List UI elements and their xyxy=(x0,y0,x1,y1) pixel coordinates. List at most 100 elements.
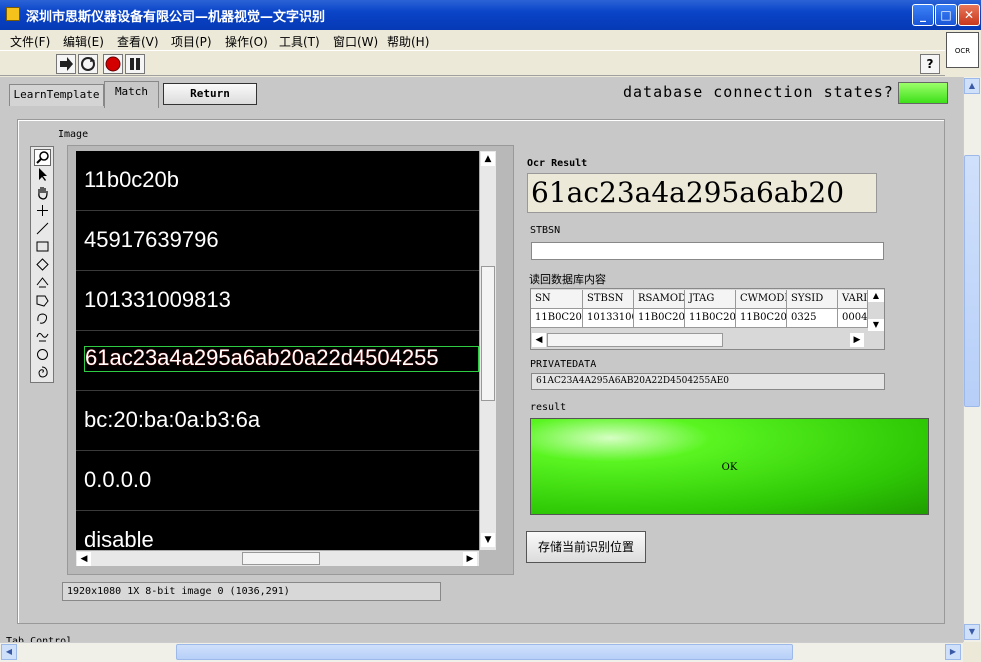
menu-window[interactable]: 窗口(W) xyxy=(333,33,378,50)
scroll-thumb[interactable] xyxy=(242,552,320,565)
table-cell: 0325 xyxy=(787,309,838,328)
stop-icon xyxy=(105,56,121,72)
line-icon xyxy=(36,222,49,235)
pause-button[interactable] xyxy=(125,54,145,74)
crosshair-icon xyxy=(37,205,48,216)
menu-tools[interactable]: 工具(T) xyxy=(279,33,320,50)
privatedata-field: 61AC23A4A295A6AB20A22D4504255AE0 xyxy=(531,373,885,390)
image-text-row: 0.0.0.0 xyxy=(76,451,479,511)
context-help-button[interactable]: ? xyxy=(920,54,940,74)
menu-help[interactable]: 帮助(H) xyxy=(387,33,429,50)
window-scroll-up-arrow[interactable]: ▲ xyxy=(964,78,980,94)
image-vertical-scrollbar[interactable]: ▲ ▼ xyxy=(479,151,496,550)
run-arrow-icon xyxy=(60,57,73,71)
image-display[interactable]: 11b0c20b 45917639796 101331009813 bc:20:… xyxy=(76,151,479,550)
run-continuously-button[interactable] xyxy=(78,54,98,74)
point-tool[interactable] xyxy=(34,203,51,220)
annulus-tool[interactable] xyxy=(34,275,51,292)
line-tool[interactable] xyxy=(34,221,51,238)
window-scroll-down-arrow[interactable]: ▼ xyxy=(964,624,980,640)
close-button[interactable]: ✕ xyxy=(958,4,980,26)
return-button[interactable]: Return xyxy=(163,83,257,105)
minimize-button[interactable]: _ xyxy=(912,4,934,26)
table-cell: 10133100 xyxy=(583,309,634,328)
table-scroll-left-arrow[interactable]: ◀ xyxy=(532,333,546,347)
image-text-row: bc:20:ba:0a:b3:6a xyxy=(76,391,479,451)
spiral-tool[interactable] xyxy=(34,365,51,382)
zoom-tool[interactable] xyxy=(34,149,51,166)
pointer-tool[interactable] xyxy=(34,167,51,184)
toolbar: ? xyxy=(0,50,945,76)
polygon-icon xyxy=(36,295,49,307)
annulus-icon xyxy=(36,277,49,288)
tab-match[interactable]: Match xyxy=(104,81,159,108)
menu-operate[interactable]: 操作(O) xyxy=(225,33,268,50)
run-arrow-button[interactable] xyxy=(56,54,76,74)
image-text-row: 11b0c20b xyxy=(76,151,479,211)
menu-file[interactable]: 文件(F) xyxy=(10,33,50,50)
oval-icon xyxy=(37,349,48,360)
menu-view[interactable]: 查看(V) xyxy=(117,33,159,50)
table-header-cell: STBSN xyxy=(583,290,634,309)
table-header-cell: CWMODE xyxy=(736,290,787,309)
image-text-row: 101331009813 xyxy=(76,271,479,331)
window-scroll-thumb[interactable] xyxy=(964,155,980,407)
scroll-thumb[interactable] xyxy=(481,266,495,401)
rotated-rectangle-tool[interactable] xyxy=(34,257,51,274)
scroll-up-arrow[interactable]: ▲ xyxy=(481,152,495,166)
scroll-left-arrow[interactable]: ◀ xyxy=(77,552,91,566)
image-text-row: disable xyxy=(76,511,479,550)
db-readback-table[interactable]: SN STBSN RSAMODE JTAG CWMODE SYSID VARI … xyxy=(530,288,885,350)
maximize-button[interactable]: □ xyxy=(935,4,957,26)
rectangle-tool[interactable] xyxy=(34,239,51,256)
db-connection-label: database connection states? xyxy=(623,83,894,101)
window-scroll-right-arrow[interactable]: ▶ xyxy=(945,644,961,660)
table-scroll-up-arrow[interactable]: ▲ xyxy=(868,290,884,302)
image-horizontal-scrollbar[interactable]: ◀ ▶ xyxy=(76,550,479,566)
window-vertical-scrollbar[interactable]: ▲ ▼ xyxy=(963,77,981,642)
table-header-cell: VARI xyxy=(838,290,868,309)
freehand-tool[interactable] xyxy=(34,311,51,328)
tab-learn-template[interactable]: LearnTemplate xyxy=(9,84,104,106)
ocr-badge: OCR xyxy=(946,32,979,68)
image-tools-palette xyxy=(30,146,54,383)
window-horizontal-scrollbar[interactable]: ◀ ▶ xyxy=(0,642,963,662)
menu-bar: 文件(F) 编辑(E) 查看(V) 项目(P) 操作(O) 工具(T) 窗口(W… xyxy=(0,30,945,50)
table-scroll-right-arrow[interactable]: ▶ xyxy=(850,333,864,347)
save-position-button[interactable]: 存储当前识别位置 xyxy=(526,531,646,563)
image-label: Image xyxy=(58,129,89,140)
privatedata-label: PRIVATEDATA xyxy=(530,359,597,370)
stbsn-field[interactable] xyxy=(531,242,884,260)
stbsn-label: STBSN xyxy=(530,225,561,236)
table-scroll-thumb[interactable] xyxy=(547,333,723,347)
db-readback-label: 读回数据库内容 xyxy=(529,273,606,286)
pan-tool[interactable] xyxy=(34,185,51,202)
title-bar: 深圳市思斯仪器设备有限公司—机器视觉—文字识别 _ □ ✕ xyxy=(0,0,981,30)
menu-edit[interactable]: 编辑(E) xyxy=(63,33,104,50)
polygon-tool[interactable] xyxy=(34,293,51,310)
hand-icon xyxy=(38,187,48,200)
window-scroll-left-arrow[interactable]: ◀ xyxy=(1,644,17,660)
table-cell: 11B0C20B xyxy=(736,309,787,328)
table-cell: 11B0C20B xyxy=(531,309,583,328)
scroll-down-arrow[interactable]: ▼ xyxy=(481,533,495,547)
app-icon xyxy=(6,7,20,21)
freehand-icon xyxy=(37,313,48,324)
ocr-result-value: 61ac23a4a295a6ab20 xyxy=(527,173,877,213)
spiral-icon xyxy=(38,366,48,378)
scroll-right-arrow[interactable]: ▶ xyxy=(463,552,477,566)
table-header-cell: SYSID xyxy=(787,290,838,309)
image-status-bar: 1920x1080 1X 8-bit image 0 (1036,291) xyxy=(62,582,441,601)
roi-rectangle[interactable]: 61ac23a4a295a6ab20a22d4504255 xyxy=(84,346,479,372)
pointer-icon xyxy=(39,168,47,181)
abort-button[interactable] xyxy=(103,54,123,74)
window-scroll-thumb[interactable] xyxy=(176,644,793,660)
table-cell: 11B0C20B xyxy=(685,309,736,328)
table-scroll-down-arrow[interactable]: ▼ xyxy=(868,319,884,331)
menu-project[interactable]: 项目(P) xyxy=(171,33,212,50)
roi-text: 61ac23a4a295a6ab20a22d4504255 xyxy=(85,345,439,370)
table-header-cell: RSAMODE xyxy=(634,290,685,309)
oval-tool[interactable] xyxy=(34,347,51,364)
freehand-line-tool[interactable] xyxy=(34,329,51,346)
run-continuously-icon xyxy=(81,57,95,71)
